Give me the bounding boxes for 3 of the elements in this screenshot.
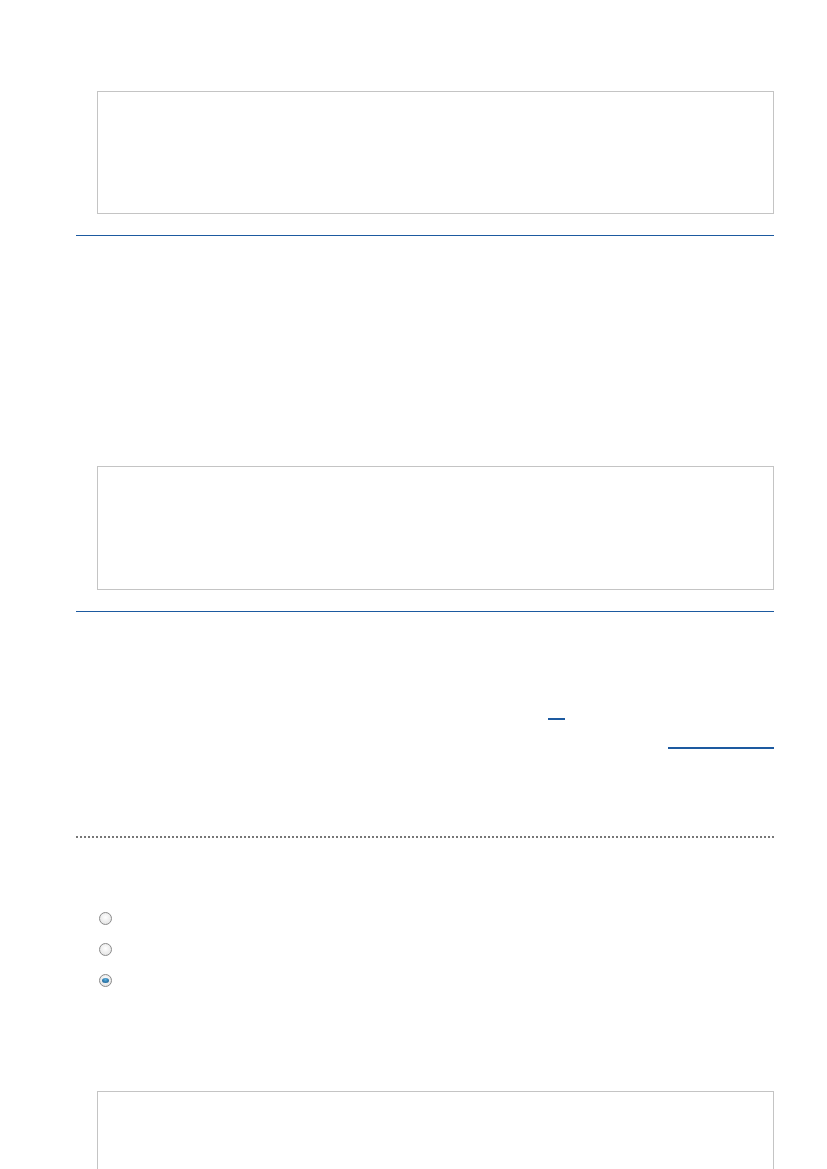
radio-button[interactable] <box>99 943 112 956</box>
radio-button[interactable] <box>99 912 112 925</box>
radio-button[interactable] <box>99 974 112 987</box>
